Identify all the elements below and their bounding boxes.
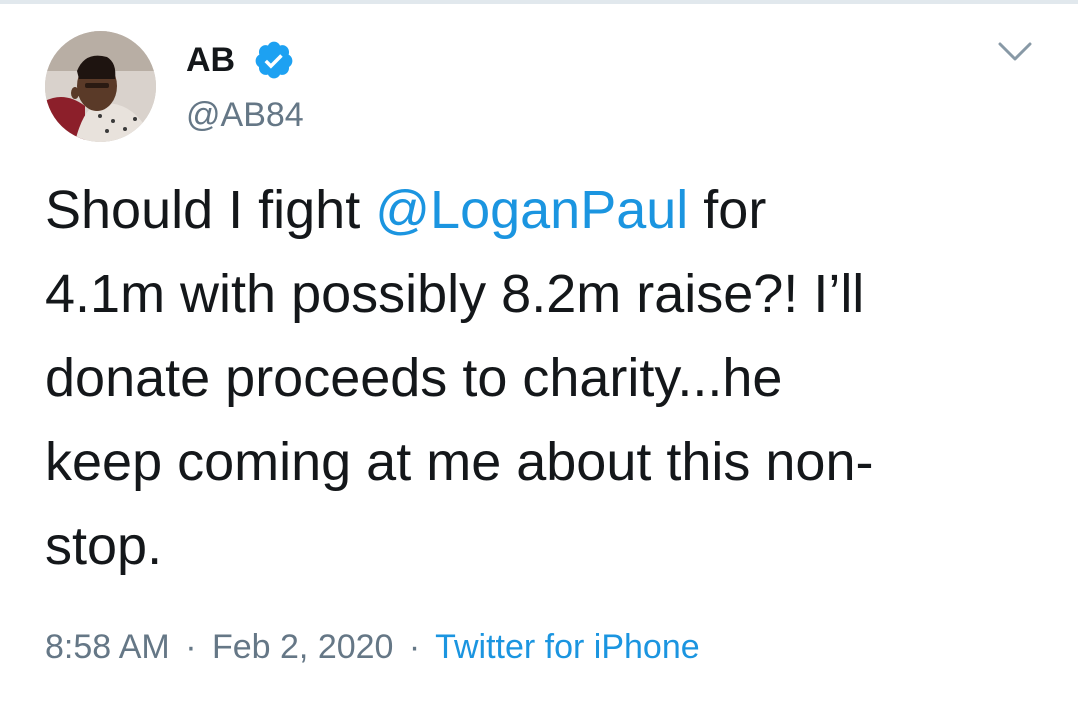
meta-separator: · [185, 628, 197, 666]
tweet-time[interactable]: 8:58 AM [45, 628, 170, 666]
tweet-line-3: donate proceeds to charity...he [45, 348, 783, 408]
tweet-line-2: 4.1m with possibly 8.2m raise?! I’ll [45, 264, 865, 324]
display-name[interactable]: AB [186, 38, 235, 82]
chevron-down-icon[interactable] [997, 40, 1033, 64]
meta-separator: · [408, 628, 421, 666]
avatar-photo [45, 31, 156, 142]
verified-badge-icon [255, 41, 293, 79]
tweet-line-1: Should I fight @LoganPaul for [45, 168, 1045, 252]
source-link[interactable]: Twitter for iPhone [435, 628, 700, 666]
top-divider [0, 0, 1078, 4]
tweet-date[interactable]: Feb 2, 2020 [212, 628, 393, 666]
avatar[interactable] [45, 31, 156, 142]
tweet-text-segment: Should I fight [45, 180, 376, 240]
mention-link[interactable]: @LoganPaul [375, 180, 688, 240]
tweet-text: Should I fight @LoganPaul for 4.1m with … [45, 168, 1045, 588]
tweet-line-4: keep coming at me about this non- [45, 432, 874, 492]
handle[interactable]: @AB84 [186, 93, 304, 137]
tweet-text-segment: for [688, 180, 767, 240]
tweet-line-5: stop. [45, 516, 163, 576]
tweet-meta: 8:58 AM · Feb 2, 2020 · Twitter for iPho… [45, 624, 700, 670]
